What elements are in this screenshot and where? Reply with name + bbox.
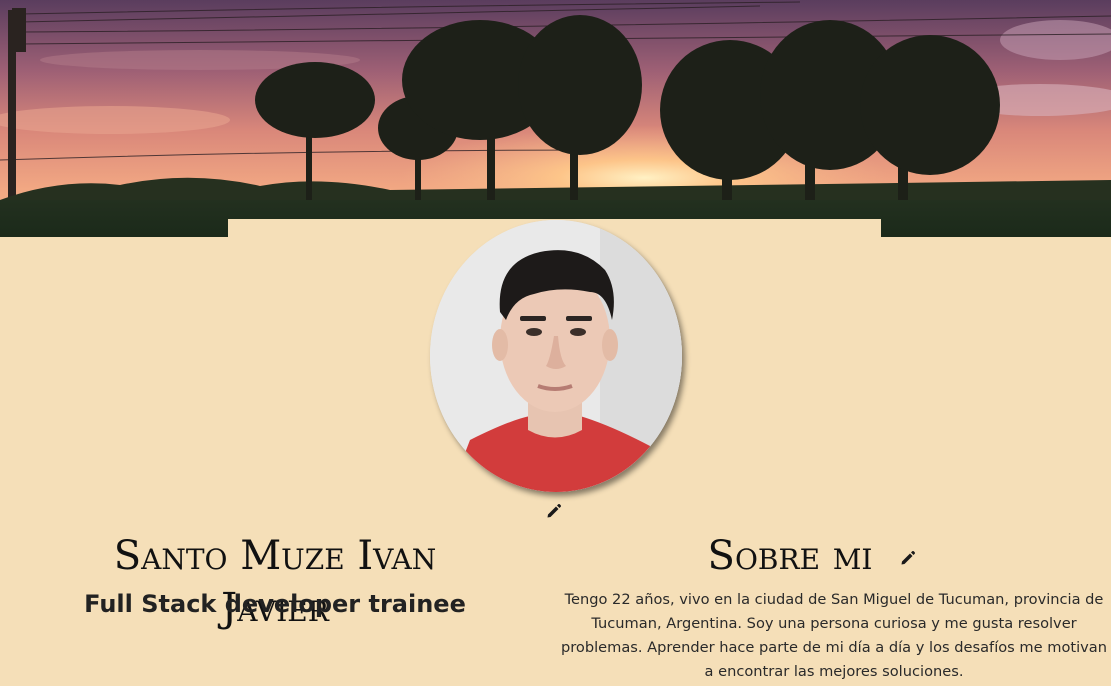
profile-role: Full Stack developer trainee <box>84 590 466 618</box>
edit-photo-pencil-icon[interactable] <box>545 502 563 520</box>
sunset-landscape-image <box>0 0 1111 237</box>
edit-about-pencil-icon[interactable] <box>899 549 917 567</box>
profile-photo <box>430 220 682 492</box>
about-title: Sobre mi <box>707 533 873 579</box>
banner-image <box>0 0 1111 237</box>
profile-page: Santo Muze Ivan Javier Full Stack develo… <box>0 0 1111 686</box>
about-description: Tengo 22 años, vivo en la ciudad de San … <box>560 591 1108 680</box>
person-portrait-icon <box>430 220 682 492</box>
